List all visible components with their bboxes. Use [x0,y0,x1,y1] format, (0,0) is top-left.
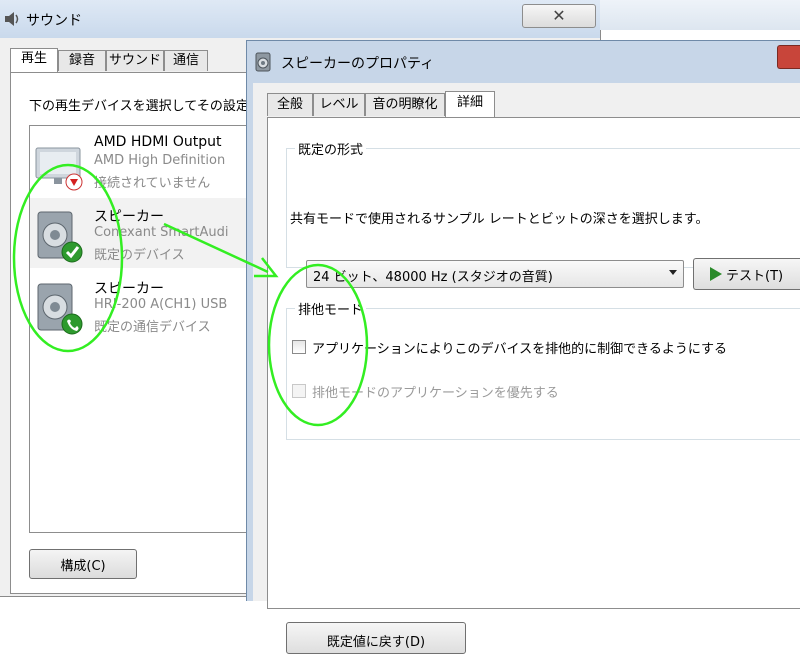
sound-titlebar: サウンド ✕ [0,0,600,38]
checkbox [292,384,306,398]
sample-format-dropdown[interactable]: 24 ビット、48000 Hz (スタジオの音質) [306,260,684,288]
tab-general[interactable]: 全般 [267,93,313,116]
device-status: 接続されていません [94,176,211,191]
tab-communications[interactable]: 通信 [164,50,208,71]
play-icon [710,267,722,281]
checkbox-label: アプリケーションによりこのデバイスを排他的に制御できるようにする [312,342,727,357]
tab-advanced[interactable]: 詳細 [445,91,495,117]
device-driver: AMD High Definition [94,153,226,168]
exclusive-mode-group: 排他モード [286,299,800,440]
device-name: AMD HDMI Output [94,134,222,150]
device-name: スピーカー [94,281,164,297]
advanced-panel: 既定の形式 共有モードで使用されるサンプル レートとビットの深さを選択します。 … [267,117,800,654]
device-list: AMD HDMI Output AMD High Definition 接続され… [29,125,261,533]
device-driver: Conexant SmartAudi [94,225,229,240]
selected-format: 24 ビット、48000 Hz (スタジオの音質) [313,270,553,285]
device-status: 既定のデバイス [94,248,185,263]
group-title: 排他モード [295,299,367,318]
device-row-hdmi[interactable]: AMD HDMI Output AMD High Definition 接続され… [30,126,260,196]
restore-defaults-button[interactable]: 既定値に戻す(D) [286,622,466,654]
background-window-strip [600,0,800,30]
instruction-text: 下の再生デバイスを選択してその設定 [29,99,249,114]
configure-button[interactable]: 構成(C) [29,549,137,579]
tab-playback[interactable]: 再生 [10,48,58,72]
speaker-device-icon [37,283,83,335]
close-button[interactable] [777,45,800,69]
device-row-speaker-default[interactable]: スピーカー Conexant SmartAudi 既定のデバイス [30,198,260,268]
chevron-down-icon [669,270,677,275]
properties-titlebar: スピーカーのプロパティ [247,41,800,83]
close-button[interactable]: ✕ [522,4,596,28]
speaker-device-icon [37,211,83,263]
group-title: 既定の形式 [295,139,367,158]
window-title: スピーカーのプロパティ [281,56,435,72]
checkbox-label: 排他モードのアプリケーションを優先する [312,386,559,401]
properties-body: 全般 レベル 音の明瞭化 詳細 既定の形式 共有モードで使用されるサンプル レー… [253,83,800,654]
speaker-properties-window: スピーカーのプロパティ 全般 レベル 音の明瞭化 詳細 既定の形式 共有モードで… [246,40,800,654]
tab-sounds[interactable]: サウンド [106,50,164,71]
format-description: 共有モードで使用されるサンプル レートとビットの深さを選択します。 [290,212,709,227]
device-driver: HRI-200 A(CH1) USB [94,297,228,312]
window-title: サウンド [26,13,82,29]
device-name: スピーカー [94,209,164,225]
test-label: テスト(T) [726,269,784,284]
monitor-icon [35,147,83,191]
device-row-speaker-communications[interactable]: スピーカー HRI-200 A(CH1) USB 既定の通信デバイス [30,270,260,340]
restore-label: 既定値に戻す(D) [326,635,426,650]
checkbox[interactable] [292,340,306,354]
device-status: 既定の通信デバイス [94,320,211,335]
tab-enhancements[interactable]: 音の明瞭化 [365,93,445,116]
tab-levels[interactable]: レベル [313,93,365,116]
speaker-icon [255,52,271,72]
speaker-icon [5,12,19,26]
test-button[interactable]: テスト(T) [693,258,800,290]
tab-recording[interactable]: 録音 [58,50,106,71]
